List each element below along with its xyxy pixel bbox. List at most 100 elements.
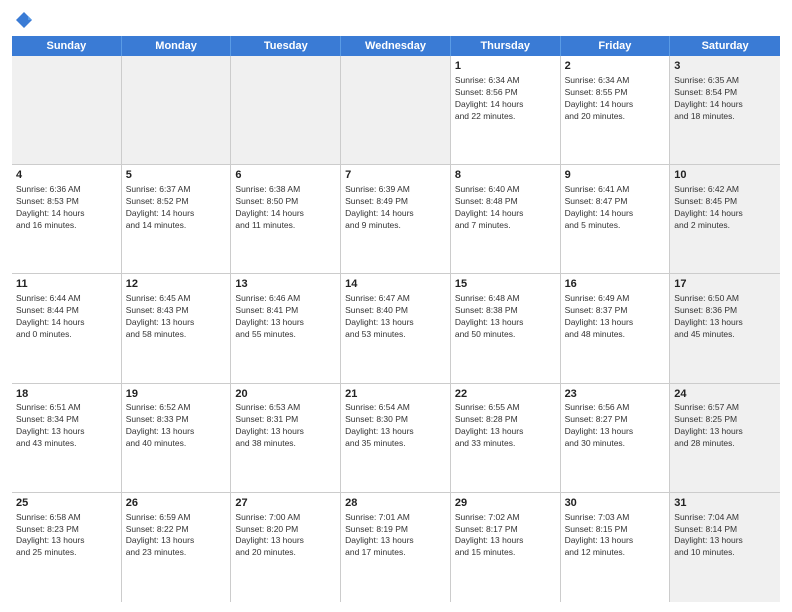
- week-row-3: 11Sunrise: 6:44 AMSunset: 8:44 PMDayligh…: [12, 274, 780, 383]
- day-content: Sunrise: 6:52 AMSunset: 8:33 PMDaylight:…: [126, 402, 227, 450]
- day-cell-1: 1Sunrise: 6:34 AMSunset: 8:56 PMDaylight…: [451, 56, 561, 164]
- logo: [12, 10, 34, 30]
- day-cell-24: 24Sunrise: 6:57 AMSunset: 8:25 PMDayligh…: [670, 384, 780, 492]
- day-number: 14: [345, 277, 446, 292]
- day-content: Sunrise: 6:51 AMSunset: 8:34 PMDaylight:…: [16, 402, 117, 450]
- day-number: 10: [674, 168, 776, 183]
- day-content: Sunrise: 6:59 AMSunset: 8:22 PMDaylight:…: [126, 512, 227, 560]
- day-cell-5: 5Sunrise: 6:37 AMSunset: 8:52 PMDaylight…: [122, 165, 232, 273]
- day-cell-30: 30Sunrise: 7:03 AMSunset: 8:15 PMDayligh…: [561, 493, 671, 602]
- day-content: Sunrise: 6:34 AMSunset: 8:56 PMDaylight:…: [455, 75, 556, 123]
- day-content: Sunrise: 6:39 AMSunset: 8:49 PMDaylight:…: [345, 184, 446, 232]
- day-cell-18: 18Sunrise: 6:51 AMSunset: 8:34 PMDayligh…: [12, 384, 122, 492]
- day-content: Sunrise: 6:36 AMSunset: 8:53 PMDaylight:…: [16, 184, 117, 232]
- header-day-wednesday: Wednesday: [341, 36, 451, 56]
- week-row-5: 25Sunrise: 6:58 AMSunset: 8:23 PMDayligh…: [12, 493, 780, 602]
- day-cell-28: 28Sunrise: 7:01 AMSunset: 8:19 PMDayligh…: [341, 493, 451, 602]
- day-cell-15: 15Sunrise: 6:48 AMSunset: 8:38 PMDayligh…: [451, 274, 561, 382]
- day-number: 31: [674, 496, 776, 511]
- day-content: Sunrise: 6:55 AMSunset: 8:28 PMDaylight:…: [455, 402, 556, 450]
- day-number: 12: [126, 277, 227, 292]
- day-cell-8: 8Sunrise: 6:40 AMSunset: 8:48 PMDaylight…: [451, 165, 561, 273]
- day-content: Sunrise: 6:48 AMSunset: 8:38 PMDaylight:…: [455, 293, 556, 341]
- day-number: 3: [674, 59, 776, 74]
- day-number: 2: [565, 59, 666, 74]
- day-number: 18: [16, 387, 117, 402]
- day-cell-3: 3Sunrise: 6:35 AMSunset: 8:54 PMDaylight…: [670, 56, 780, 164]
- day-cell-31: 31Sunrise: 7:04 AMSunset: 8:14 PMDayligh…: [670, 493, 780, 602]
- day-content: Sunrise: 6:35 AMSunset: 8:54 PMDaylight:…: [674, 75, 776, 123]
- empty-cell: [341, 56, 451, 164]
- day-number: 1: [455, 59, 556, 74]
- day-content: Sunrise: 6:38 AMSunset: 8:50 PMDaylight:…: [235, 184, 336, 232]
- day-number: 8: [455, 168, 556, 183]
- day-cell-17: 17Sunrise: 6:50 AMSunset: 8:36 PMDayligh…: [670, 274, 780, 382]
- day-content: Sunrise: 6:42 AMSunset: 8:45 PMDaylight:…: [674, 184, 776, 232]
- day-content: Sunrise: 6:53 AMSunset: 8:31 PMDaylight:…: [235, 402, 336, 450]
- day-number: 16: [565, 277, 666, 292]
- day-cell-19: 19Sunrise: 6:52 AMSunset: 8:33 PMDayligh…: [122, 384, 232, 492]
- calendar-header: SundayMondayTuesdayWednesdayThursdayFrid…: [12, 36, 780, 56]
- day-number: 20: [235, 387, 336, 402]
- day-number: 28: [345, 496, 446, 511]
- day-number: 23: [565, 387, 666, 402]
- day-content: Sunrise: 6:56 AMSunset: 8:27 PMDaylight:…: [565, 402, 666, 450]
- day-cell-23: 23Sunrise: 6:56 AMSunset: 8:27 PMDayligh…: [561, 384, 671, 492]
- day-content: Sunrise: 7:04 AMSunset: 8:14 PMDaylight:…: [674, 512, 776, 560]
- day-content: Sunrise: 6:37 AMSunset: 8:52 PMDaylight:…: [126, 184, 227, 232]
- empty-cell: [231, 56, 341, 164]
- header-day-saturday: Saturday: [670, 36, 780, 56]
- header-day-monday: Monday: [122, 36, 232, 56]
- day-cell-10: 10Sunrise: 6:42 AMSunset: 8:45 PMDayligh…: [670, 165, 780, 273]
- day-cell-27: 27Sunrise: 7:00 AMSunset: 8:20 PMDayligh…: [231, 493, 341, 602]
- day-number: 29: [455, 496, 556, 511]
- empty-cell: [122, 56, 232, 164]
- day-number: 5: [126, 168, 227, 183]
- page: SundayMondayTuesdayWednesdayThursdayFrid…: [0, 0, 792, 612]
- day-content: Sunrise: 6:40 AMSunset: 8:48 PMDaylight:…: [455, 184, 556, 232]
- day-content: Sunrise: 6:50 AMSunset: 8:36 PMDaylight:…: [674, 293, 776, 341]
- day-number: 4: [16, 168, 117, 183]
- day-content: Sunrise: 6:41 AMSunset: 8:47 PMDaylight:…: [565, 184, 666, 232]
- day-cell-12: 12Sunrise: 6:45 AMSunset: 8:43 PMDayligh…: [122, 274, 232, 382]
- day-content: Sunrise: 7:01 AMSunset: 8:19 PMDaylight:…: [345, 512, 446, 560]
- day-content: Sunrise: 7:00 AMSunset: 8:20 PMDaylight:…: [235, 512, 336, 560]
- day-cell-16: 16Sunrise: 6:49 AMSunset: 8:37 PMDayligh…: [561, 274, 671, 382]
- day-content: Sunrise: 6:47 AMSunset: 8:40 PMDaylight:…: [345, 293, 446, 341]
- day-number: 26: [126, 496, 227, 511]
- day-content: Sunrise: 6:46 AMSunset: 8:41 PMDaylight:…: [235, 293, 336, 341]
- week-row-4: 18Sunrise: 6:51 AMSunset: 8:34 PMDayligh…: [12, 384, 780, 493]
- day-content: Sunrise: 6:58 AMSunset: 8:23 PMDaylight:…: [16, 512, 117, 560]
- day-content: Sunrise: 7:02 AMSunset: 8:17 PMDaylight:…: [455, 512, 556, 560]
- day-cell-2: 2Sunrise: 6:34 AMSunset: 8:55 PMDaylight…: [561, 56, 671, 164]
- day-cell-26: 26Sunrise: 6:59 AMSunset: 8:22 PMDayligh…: [122, 493, 232, 602]
- day-number: 7: [345, 168, 446, 183]
- day-number: 6: [235, 168, 336, 183]
- day-number: 21: [345, 387, 446, 402]
- day-cell-29: 29Sunrise: 7:02 AMSunset: 8:17 PMDayligh…: [451, 493, 561, 602]
- day-cell-7: 7Sunrise: 6:39 AMSunset: 8:49 PMDaylight…: [341, 165, 451, 273]
- day-content: Sunrise: 6:45 AMSunset: 8:43 PMDaylight:…: [126, 293, 227, 341]
- day-number: 22: [455, 387, 556, 402]
- header-day-thursday: Thursday: [451, 36, 561, 56]
- calendar-body: 1Sunrise: 6:34 AMSunset: 8:56 PMDaylight…: [12, 56, 780, 602]
- day-cell-6: 6Sunrise: 6:38 AMSunset: 8:50 PMDaylight…: [231, 165, 341, 273]
- day-cell-20: 20Sunrise: 6:53 AMSunset: 8:31 PMDayligh…: [231, 384, 341, 492]
- header-day-sunday: Sunday: [12, 36, 122, 56]
- day-cell-25: 25Sunrise: 6:58 AMSunset: 8:23 PMDayligh…: [12, 493, 122, 602]
- day-content: Sunrise: 6:54 AMSunset: 8:30 PMDaylight:…: [345, 402, 446, 450]
- header: [12, 10, 780, 30]
- day-number: 17: [674, 277, 776, 292]
- header-day-friday: Friday: [561, 36, 671, 56]
- day-cell-4: 4Sunrise: 6:36 AMSunset: 8:53 PMDaylight…: [12, 165, 122, 273]
- day-content: Sunrise: 6:49 AMSunset: 8:37 PMDaylight:…: [565, 293, 666, 341]
- header-day-tuesday: Tuesday: [231, 36, 341, 56]
- day-cell-13: 13Sunrise: 6:46 AMSunset: 8:41 PMDayligh…: [231, 274, 341, 382]
- calendar: SundayMondayTuesdayWednesdayThursdayFrid…: [12, 36, 780, 602]
- day-cell-9: 9Sunrise: 6:41 AMSunset: 8:47 PMDaylight…: [561, 165, 671, 273]
- day-number: 15: [455, 277, 556, 292]
- day-content: Sunrise: 6:34 AMSunset: 8:55 PMDaylight:…: [565, 75, 666, 123]
- day-number: 27: [235, 496, 336, 511]
- day-number: 9: [565, 168, 666, 183]
- day-number: 11: [16, 277, 117, 292]
